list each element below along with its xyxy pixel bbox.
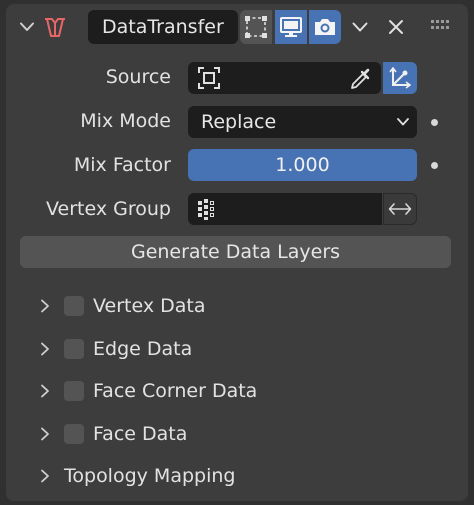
- mix-factor-slider[interactable]: 1.000: [188, 149, 417, 181]
- invert-vertex-group-toggle[interactable]: [383, 193, 417, 225]
- edit-mode-icon: [245, 16, 267, 38]
- mix-mode-label: Mix Mode: [80, 110, 171, 132]
- modifier-name-field[interactable]: DataTransfer: [88, 10, 238, 44]
- edit-mode-toggle[interactable]: [240, 10, 272, 44]
- mix-factor-value: 1.000: [275, 154, 330, 176]
- drag-handle-icon[interactable]: [428, 13, 452, 37]
- subpanel-label: Face Data: [93, 423, 188, 445]
- subpanel-face-data[interactable]: Face Data: [40, 418, 187, 450]
- face-data-checkbox[interactable]: [64, 424, 84, 444]
- subpanel-face-corner-data[interactable]: Face Corner Data: [40, 375, 257, 407]
- chevron-down-icon: [352, 22, 368, 32]
- monitor-icon: [280, 17, 302, 37]
- double-arrow-icon: [388, 203, 412, 215]
- chevron-right-icon: [40, 299, 64, 313]
- source-object-field[interactable]: [188, 62, 381, 94]
- panel-collapse-chevron-icon[interactable]: [14, 13, 40, 41]
- subpanel-edge-data[interactable]: Edge Data: [40, 333, 192, 365]
- subpanel-topology-mapping[interactable]: Topology Mapping: [40, 460, 235, 492]
- subpanel-label: Edge Data: [93, 338, 193, 360]
- subpanel-vertex-data[interactable]: Vertex Data: [40, 290, 205, 322]
- render-toggle[interactable]: [309, 10, 341, 44]
- vertex-data-checkbox[interactable]: [64, 296, 84, 316]
- chevron-down-icon: [397, 118, 409, 126]
- camera-icon: [315, 19, 335, 35]
- subpanel-label: Face Corner Data: [93, 380, 258, 402]
- edge-data-checkbox[interactable]: [64, 339, 84, 359]
- object-icon: [198, 67, 220, 89]
- eyedropper-icon[interactable]: [349, 67, 373, 91]
- generate-data-layers-button[interactable]: Generate Data Layers: [20, 236, 451, 268]
- source-label: Source: [105, 66, 171, 88]
- data-transfer-modifier-icon: [40, 12, 70, 42]
- remove-modifier-button[interactable]: [382, 12, 410, 42]
- chevron-right-icon: [40, 342, 64, 356]
- vertex-group-label: Vertex Group: [46, 198, 171, 220]
- chevron-right-icon: [40, 469, 64, 483]
- face-corner-data-checkbox[interactable]: [64, 381, 84, 401]
- vertex-group-field[interactable]: [188, 193, 382, 225]
- subpanel-label: Topology Mapping: [64, 465, 236, 487]
- viewport-toggle[interactable]: [275, 10, 307, 44]
- chevron-right-icon: [40, 384, 64, 398]
- close-icon: [389, 20, 403, 34]
- options-dropdown-button[interactable]: [344, 10, 376, 44]
- object-transform-icon: [389, 67, 411, 89]
- vertex-group-icon: [198, 199, 214, 220]
- mix-mode-keyframe-dot[interactable]: [431, 119, 438, 126]
- mix-mode-value: Replace: [201, 111, 277, 133]
- mix-mode-select[interactable]: Replace: [188, 106, 417, 138]
- chevron-right-icon: [40, 427, 64, 441]
- mix-factor-keyframe-dot[interactable]: [431, 162, 438, 169]
- mix-factor-label: Mix Factor: [73, 154, 171, 176]
- object-transform-toggle[interactable]: [383, 62, 417, 94]
- subpanel-label: Vertex Data: [93, 295, 206, 317]
